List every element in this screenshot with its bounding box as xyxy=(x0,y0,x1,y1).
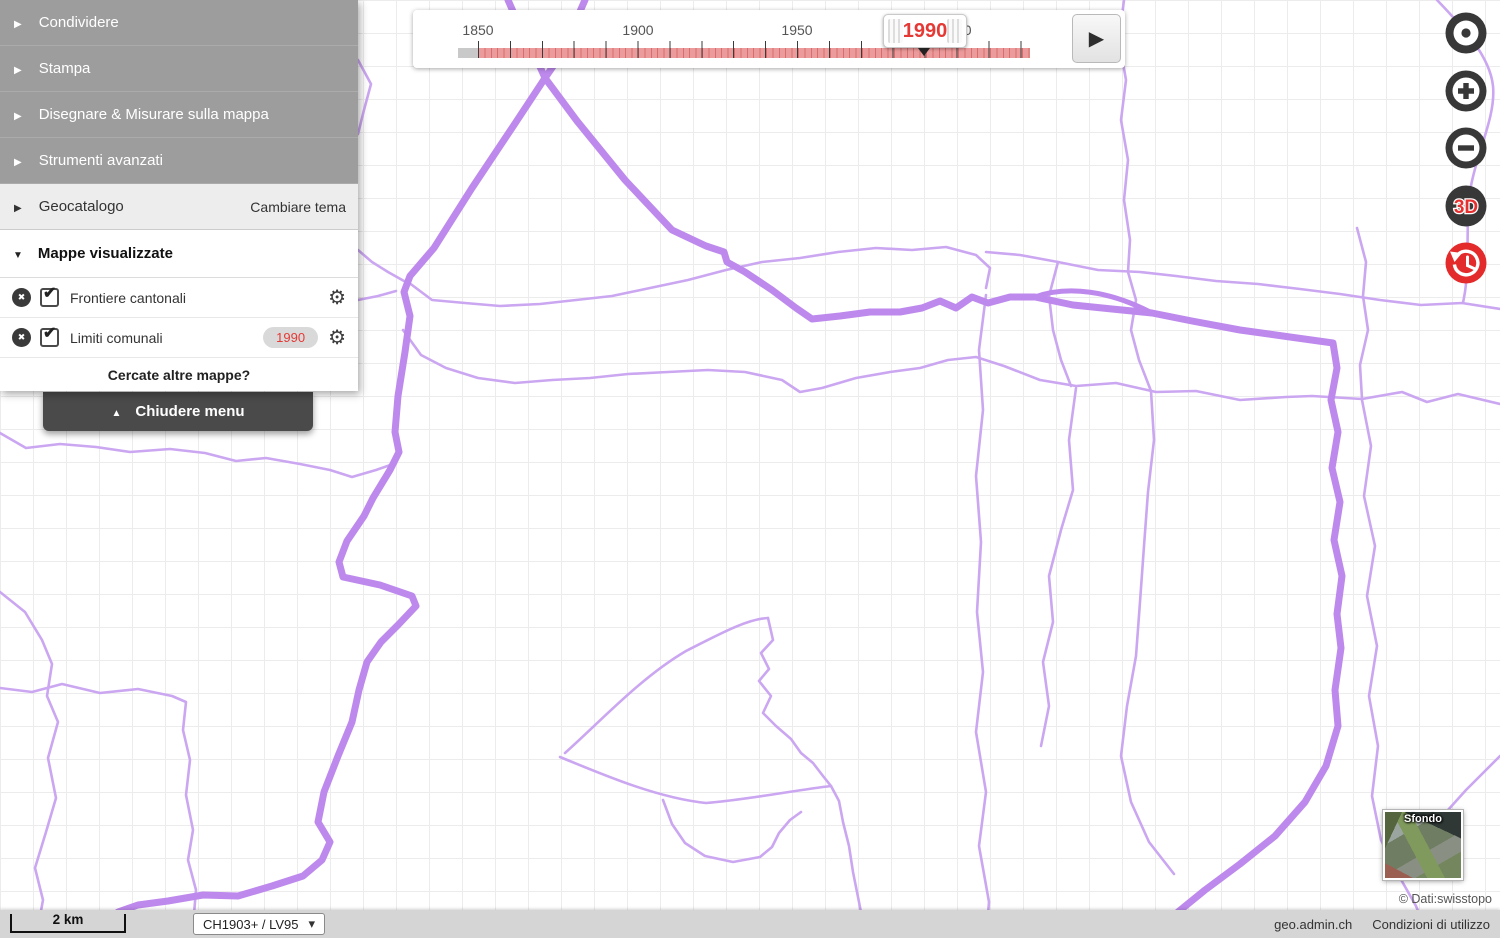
handle-pointer-icon xyxy=(918,48,930,56)
municipal-boundary-path xyxy=(0,592,58,938)
chevron-right-icon xyxy=(0,60,39,77)
municipal-boundary-path xyxy=(565,618,768,753)
municipal-boundary-path xyxy=(0,433,396,477)
background-selector-label: Sfondo xyxy=(1385,813,1461,825)
data-attribution: © Dati:swisstopo xyxy=(1399,892,1492,906)
menu-item-advanced-tools[interactable]: Strumenti avanzati xyxy=(0,138,358,184)
time-tick-label: 1900 xyxy=(622,22,653,38)
background-selector[interactable]: Sfondo xyxy=(1383,810,1463,880)
time-travel-button[interactable] xyxy=(1444,241,1488,285)
menu-item-draw-measure[interactable]: Disegnare & Misurare sulla mappa xyxy=(0,92,358,138)
municipal-boundary-path xyxy=(759,618,866,938)
layer-visibility-checkbox[interactable] xyxy=(40,288,59,307)
displayed-maps-label: Mappe visualizzate xyxy=(38,245,173,262)
zoom-in-button[interactable] xyxy=(1444,69,1488,113)
layer-label: Limiti comunali xyxy=(70,330,163,346)
zoom-out-button[interactable] xyxy=(1444,126,1488,170)
chevron-down-icon xyxy=(309,916,316,932)
menu-item-label: Condividere xyxy=(39,14,119,31)
current-year-label: 1990 xyxy=(903,20,948,43)
municipal-boundary-path xyxy=(358,250,404,281)
play-icon xyxy=(1089,26,1104,51)
municipal-boundary-path xyxy=(358,291,396,300)
municipal-boundary-path xyxy=(976,295,989,938)
plus-icon xyxy=(1444,69,1488,113)
menu-item-label: Geocatalogo xyxy=(39,198,124,215)
toggle-3d-button[interactable]: 3D xyxy=(1444,184,1488,228)
projection-select[interactable]: CH1903+ / LV95 xyxy=(193,913,325,935)
handle-grip-left xyxy=(888,19,903,43)
scale-bar: 2 km xyxy=(10,914,126,933)
time-tick-label: 1950 xyxy=(781,22,812,38)
terms-of-use-link[interactable]: Condizioni di utilizzo xyxy=(1372,917,1490,932)
municipal-boundary-path xyxy=(408,247,990,306)
menu-item-label: Stampa xyxy=(39,60,91,77)
bottom-bar: 2 km CH1903+ / LV95 geo.admin.ch Condizi… xyxy=(0,910,1500,938)
menu-item-label: Disegnare & Misurare sulla mappa xyxy=(39,106,269,123)
time-slider: 1850 1900 1950 2000 1990 xyxy=(413,10,1125,68)
time-slider-handle[interactable]: 1990 xyxy=(883,14,967,48)
close-menu-button[interactable]: Chiudere menu xyxy=(43,392,313,431)
municipal-boundary-path xyxy=(1049,262,1071,386)
close-menu-label: Chiudere menu xyxy=(135,403,244,420)
minus-icon xyxy=(1444,126,1488,170)
menu-item-label: Strumenti avanzati xyxy=(39,152,163,169)
municipal-boundary-path xyxy=(358,60,371,134)
layer-visibility-checkbox[interactable] xyxy=(40,328,59,347)
layer-row-municipal-limits: Limiti comunali 1990 xyxy=(0,318,358,358)
history-clock-icon xyxy=(1444,241,1488,285)
geolocate-button[interactable] xyxy=(1444,11,1488,55)
layer-settings-gear-icon[interactable] xyxy=(328,325,346,350)
handle-grip-right xyxy=(947,19,962,43)
layer-settings-gear-icon[interactable] xyxy=(328,285,346,310)
chevron-right-icon xyxy=(0,14,39,31)
menu-item-geocatalog[interactable]: Geocatalogo Cambiare tema xyxy=(0,184,358,230)
chevron-down-icon xyxy=(0,245,38,262)
menu-item-share[interactable]: Condividere xyxy=(0,0,358,46)
remove-layer-button[interactable] xyxy=(12,288,31,307)
play-button[interactable] xyxy=(1072,14,1121,63)
menu-item-print[interactable]: Stampa xyxy=(0,46,358,92)
displayed-maps-header[interactable]: Mappe visualizzate xyxy=(0,230,358,278)
three-d-icon: 3D xyxy=(1444,184,1488,228)
cantonal-border-path xyxy=(545,0,1342,938)
chevron-right-icon xyxy=(0,152,39,169)
geoadmin-map-viewer: 1850 1900 1950 2000 1990 xyxy=(0,0,1500,938)
layer-year-badge[interactable]: 1990 xyxy=(263,327,318,348)
three-d-label: 3D xyxy=(1454,197,1478,218)
remove-layer-button[interactable] xyxy=(12,328,31,347)
municipal-boundary-path xyxy=(663,800,801,862)
search-more-maps-link[interactable]: Cercate altre mappe? xyxy=(0,358,358,391)
change-theme-link[interactable]: Cambiare tema xyxy=(250,199,358,215)
footer-links: geo.admin.ch Condizioni di utilizzo xyxy=(1274,910,1490,938)
chevron-right-icon xyxy=(0,106,39,123)
chevron-right-icon xyxy=(0,198,39,215)
layer-row-cantonal-borders: Frontiere cantonali xyxy=(0,278,358,318)
municipal-boundary-path xyxy=(560,757,831,803)
geoadmin-link[interactable]: geo.admin.ch xyxy=(1274,917,1352,932)
main-menu: Condividere Stampa Disegnare & Misurare … xyxy=(0,0,358,391)
municipal-boundary-path xyxy=(1041,388,1076,746)
municipal-boundary-path xyxy=(1119,0,1174,874)
geolocate-icon xyxy=(1444,11,1488,55)
scale-label: 2 km xyxy=(12,912,124,927)
chevron-up-icon xyxy=(111,403,135,420)
municipal-boundary-path xyxy=(1357,228,1368,399)
layer-label: Frontiere cantonali xyxy=(70,290,186,306)
projection-value: CH1903+ / LV95 xyxy=(203,917,299,932)
time-tick-label: 1850 xyxy=(462,22,493,38)
